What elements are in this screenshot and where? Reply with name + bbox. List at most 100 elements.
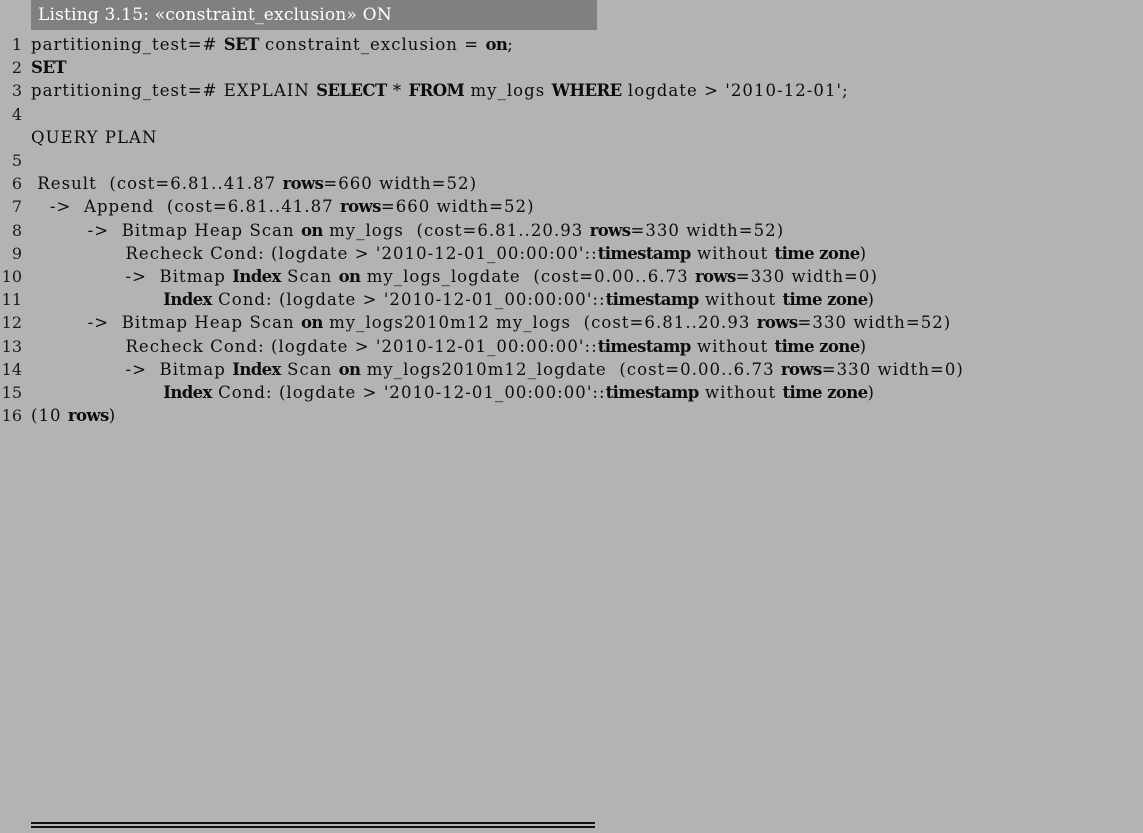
- sql-keyword: rows: [756, 313, 798, 333]
- code-span: my_logs (cost=6.81..20.93: [322, 220, 590, 240]
- code-text: partitioning_test=# SET constraint_exclu…: [31, 33, 1143, 56]
- sql-keyword: timestamp: [605, 290, 700, 310]
- code-span: =660 width=52): [323, 174, 478, 194]
- line-number: 1: [11, 35, 22, 54]
- code-line: 11 Index Cond: (logdate > '2010-12-01_00…: [0, 288, 1143, 311]
- code-span: without: [698, 383, 783, 403]
- sql-keyword: SET: [31, 58, 67, 78]
- sql-keyword: Index: [163, 290, 212, 310]
- blank-code-line: [31, 103, 1143, 126]
- code-line: 3 partitioning_test=# EXPLAIN SELECT * FR…: [0, 79, 1143, 102]
- line-number: 11: [1, 290, 22, 310]
- code-span: partitioning_test=# EXPLAIN: [31, 81, 317, 101]
- sql-keyword: time zone: [782, 383, 868, 403]
- line-number: 15: [1, 383, 22, 403]
- line-number: 14: [1, 359, 22, 379]
- rule-line-bottom: [31, 826, 595, 828]
- sql-keyword: on: [485, 35, 508, 54]
- sql-keyword: time zone: [774, 243, 861, 263]
- sql-keyword: SELECT: [316, 81, 387, 101]
- code-span: Result (cost=6.81..41.87: [31, 174, 283, 194]
- sql-keyword: WHERE: [551, 81, 623, 101]
- sql-keyword: rows: [780, 359, 822, 379]
- code-span: ): [859, 243, 868, 263]
- code-span: =330 width=0): [735, 267, 878, 287]
- code-span: partitioning_test=#: [31, 35, 224, 54]
- line-number: 10: [1, 267, 22, 287]
- code-text: -> Bitmap Heap Scan on my_logs (cost=6.8…: [31, 219, 1143, 242]
- sql-keyword: on: [338, 359, 361, 379]
- code-span: logdate > '2010-12-01';: [621, 81, 849, 101]
- code-span: without: [698, 290, 783, 310]
- code-span: =660 width=52): [380, 197, 535, 217]
- code-line: 2 SET: [0, 56, 1143, 79]
- line-number: 2: [11, 58, 22, 78]
- code-line: QUERY PLAN: [0, 126, 1143, 149]
- code-text: Recheck Cond: (logdate > '2010-12-01_00:…: [31, 335, 1143, 358]
- sql-keyword: timestamp: [597, 336, 692, 356]
- code-span: QUERY PLAN: [31, 127, 158, 147]
- code-line: 5: [0, 149, 1143, 172]
- line-number: 9: [11, 243, 22, 263]
- code-text: -> Append (cost=6.81..41.87 rows=660 wid…: [31, 195, 1143, 218]
- code-span: =330 width=0): [821, 359, 964, 379]
- code-span: without: [690, 336, 775, 356]
- code-line: 12 -> Bitmap Heap Scan on my_logs2010m12…: [0, 311, 1143, 334]
- listing-bottom-rule: [31, 822, 595, 828]
- code-span: =330 width=52): [797, 313, 952, 333]
- sql-keyword: SET: [223, 35, 260, 54]
- code-line: 15 Index Cond: (logdate > '2010-12-01_00…: [0, 381, 1143, 404]
- code-span: Cond: (logdate > '2010-12-01_00:00:00'::: [211, 290, 606, 310]
- code-line: 14 -> Bitmap Index Scan on my_logs2010m1…: [0, 358, 1143, 381]
- code-text: Recheck Cond: (logdate > '2010-12-01_00:…: [31, 242, 1143, 265]
- code-span: -> Bitmap: [31, 359, 233, 379]
- code-text: -> Bitmap Index Scan on my_logs2010m12_l…: [31, 358, 1143, 381]
- code-span: Scan: [280, 359, 339, 379]
- code-line: 16 (10 rows): [0, 404, 1143, 427]
- code-span: =330 width=52): [630, 220, 785, 240]
- code-span: *: [386, 81, 409, 101]
- code-span: [31, 290, 163, 309]
- code-span: Recheck Cond: (logdate > '2010-12-01_00:…: [31, 336, 598, 356]
- code-span: -> Append (cost=6.81..41.87: [31, 197, 341, 217]
- code-text: (10 rows): [31, 404, 1143, 427]
- sql-keyword: time zone: [774, 336, 861, 356]
- code-span: -> Bitmap Heap Scan: [31, 313, 301, 333]
- code-span: my_logs2010m12 my_logs (cost=6.81..20.93: [322, 313, 757, 333]
- code-span: ): [867, 290, 876, 310]
- rule-line-top: [31, 822, 595, 824]
- code-line: 8 -> Bitmap Heap Scan on my_logs (cost=6…: [0, 219, 1143, 242]
- code-line: 1 partitioning_test=# SET constraint_excl…: [0, 33, 1143, 56]
- code-span: ): [859, 336, 868, 356]
- code-span: -> Bitmap: [31, 267, 233, 287]
- code-span: Scan: [280, 267, 339, 287]
- code-span: (10: [31, 406, 68, 426]
- sql-keyword: rows: [67, 406, 109, 426]
- code-line: 9 Recheck Cond: (logdate > '2010-12-01_0…: [0, 242, 1143, 265]
- sql-keyword: on: [300, 313, 323, 333]
- code-line: 4: [0, 103, 1143, 126]
- code-span: [31, 383, 163, 402]
- line-number: 5: [11, 151, 22, 171]
- code-text: SET: [31, 56, 1143, 79]
- sql-keyword: on: [338, 267, 361, 287]
- code-text: Index Cond: (logdate > '2010-12-01_00:00…: [31, 288, 1143, 311]
- sql-keyword: Index: [163, 383, 212, 403]
- sql-keyword: FROM: [408, 81, 465, 101]
- code-text: -> Bitmap Heap Scan on my_logs2010m12 my…: [31, 311, 1143, 334]
- line-number: 4: [11, 104, 22, 124]
- listing-caption: Listing 3.15: «constraint_exclusion» ON: [31, 0, 597, 30]
- code-span: Cond: (logdate > '2010-12-01_00:00:00'::: [211, 383, 606, 403]
- code-text: partitioning_test=# EXPLAIN SELECT * FRO…: [31, 79, 1143, 102]
- code-span: Recheck Cond: (logdate > '2010-12-01_00:…: [31, 243, 598, 263]
- code-span: without: [690, 243, 775, 263]
- code-span: my_logs_logdate (cost=0.00..6.73: [360, 267, 695, 287]
- line-number: 7: [11, 197, 22, 217]
- line-number: 13: [1, 336, 22, 356]
- code-listing: 1 partitioning_test=# SET constraint_excl…: [0, 33, 1143, 427]
- code-span: ): [867, 383, 876, 403]
- line-number: 12: [1, 313, 22, 333]
- code-span: -> Bitmap Heap Scan: [31, 220, 301, 240]
- code-span: constraint_exclusion =: [258, 35, 486, 54]
- sql-keyword: Index: [232, 267, 281, 287]
